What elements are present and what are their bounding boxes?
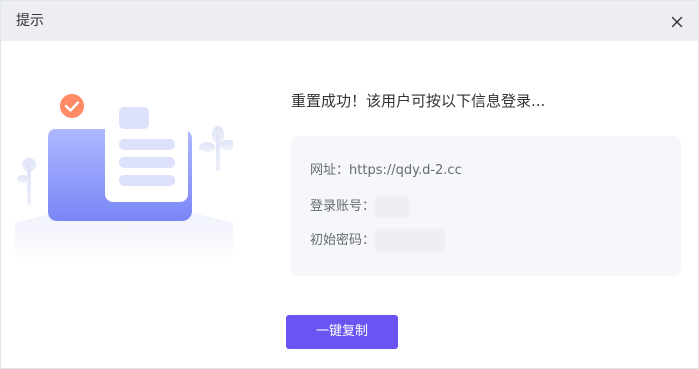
password-row: 初始密码： <box>310 232 375 250</box>
reset-success-dialog: 提示 重置成功！该用户可按以下信息登录... 网址：https://qdy.d-… <box>0 0 699 369</box>
account-value-redacted <box>375 196 409 218</box>
password-value-redacted <box>375 229 445 252</box>
url-row: 网址：https://qdy.d-2.cc <box>310 162 462 180</box>
close-icon[interactable] <box>670 14 684 28</box>
login-info-panel: 网址：https://qdy.d-2.cc 登录账号： 初始密码： <box>291 136 681 276</box>
account-label: 登录账号： <box>310 199 376 214</box>
url-label: 网址： <box>310 163 350 178</box>
success-illustration <box>15 73 236 263</box>
url-value: https://qdy.d-2.cc <box>349 163 462 178</box>
dialog-title: 提示 <box>16 13 44 29</box>
account-row: 登录账号： <box>310 198 375 216</box>
success-message: 重置成功！该用户可按以下信息登录... <box>291 92 546 110</box>
password-label: 初始密码： <box>310 233 376 248</box>
copy-all-button[interactable]: 一键复制 <box>286 315 398 349</box>
dialog-header: 提示 <box>1 1 698 41</box>
